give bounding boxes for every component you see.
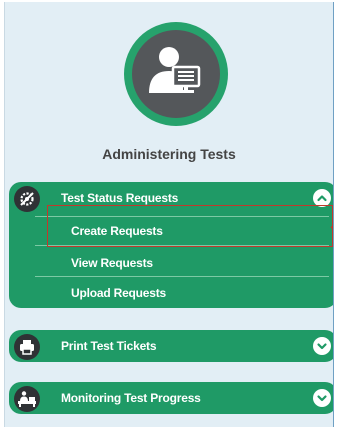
chevron-down-icon[interactable] xyxy=(313,337,331,355)
user-with-monitor-icon xyxy=(132,30,220,118)
menu-print-test-tickets[interactable]: Print Test Tickets xyxy=(9,330,333,362)
submenu-item-label: Upload Requests xyxy=(71,285,167,300)
submenu-item-label: View Requests xyxy=(71,255,153,270)
submenu-item-view-requests[interactable]: View Requests xyxy=(35,250,329,275)
menu-label: Monitoring Test Progress xyxy=(61,391,201,405)
menu-header-monitoring-test-progress[interactable]: Monitoring Test Progress xyxy=(9,382,333,414)
menu-header-print-test-tickets[interactable]: Print Test Tickets xyxy=(9,330,333,362)
monitoring-icon xyxy=(14,386,40,412)
chevron-down-icon[interactable] xyxy=(313,389,331,407)
section-title: Administering Tests xyxy=(102,146,236,162)
menu-label: Print Test Tickets xyxy=(61,339,157,353)
printer-icon xyxy=(14,334,40,360)
section-avatar xyxy=(124,22,228,126)
submenu-item-upload-requests[interactable]: Upload Requests xyxy=(35,280,329,305)
sidebar-panel: Administering Tests Test Status Requests… xyxy=(4,2,334,427)
gear-slash-icon xyxy=(14,186,40,212)
submenu-divider xyxy=(35,276,329,277)
highlight-box xyxy=(47,205,333,247)
menu-monitoring-test-progress[interactable]: Monitoring Test Progress xyxy=(9,382,333,414)
menu-label: Test Status Requests xyxy=(61,191,179,205)
